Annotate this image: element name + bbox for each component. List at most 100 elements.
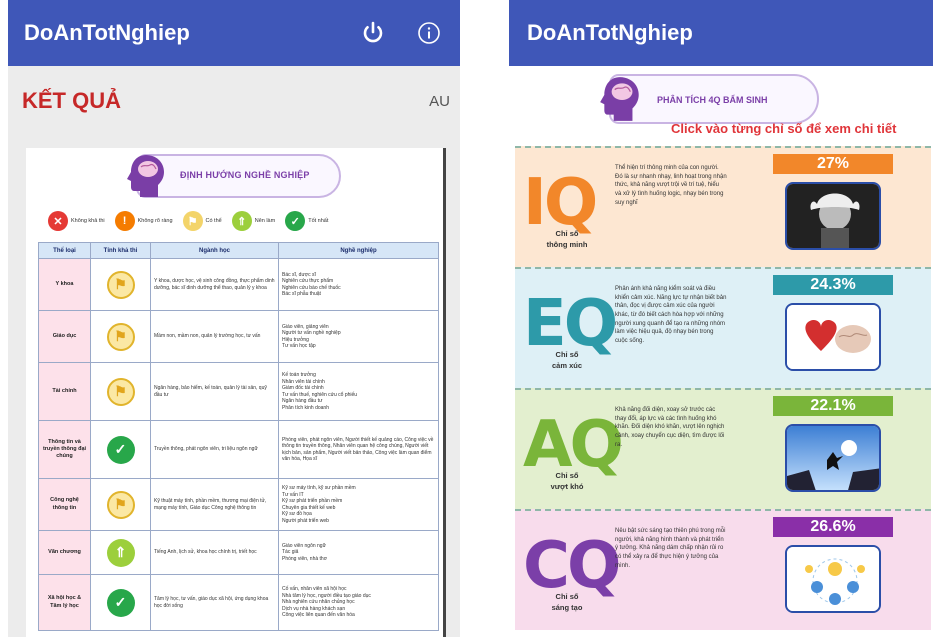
quotient-caption-line: thông minh	[546, 240, 588, 250]
flag-icon: ⚑	[106, 270, 135, 299]
table-row[interactable]: Xã hội học & Tâm lý học ✓ Tâm lý học, tư v…	[38, 574, 439, 631]
table-header: Ngành học	[150, 242, 279, 259]
career-table: Thể loại Tính khả thi Ngành học Nghề ngh…	[38, 242, 439, 631]
careers-cell: Kế toán trưởng Nhân viên tài chính Giám …	[278, 362, 439, 421]
table-row[interactable]: Công nghệ thông tin ⚑ Kỹ thuật máy tính, p…	[38, 478, 439, 531]
quotient-caption-line: sáng tạo	[551, 603, 583, 613]
quotient-caption-line: Chỉ số	[555, 471, 579, 480]
table-row[interactable]: Văn chương ⇑ Tiếng Anh, lịch sử, khoa học …	[38, 530, 439, 575]
careers-cell: Bác sĩ, dược sĩ Nghiên cứu thực phẩm Ngh…	[278, 258, 439, 311]
category-cell: Công nghệ thông tin	[38, 478, 91, 531]
table-row[interactable]: Thông tin và truyền thông đại chúng ✓ Truy…	[38, 420, 439, 479]
table-row[interactable]: Tài chính ⚑ Ngân hàng, bảo hiểm, kế toán, …	[38, 362, 439, 421]
careers-cell: Giáo viên, giảng viên Người tư vấn nghề …	[278, 310, 439, 363]
table-header: Tính khả thi	[90, 242, 151, 259]
legend-item: ⇑ Nên làm	[231, 211, 276, 231]
category-cell: Y khoa	[38, 258, 91, 311]
quotient-caption-line: Chỉ số	[555, 350, 579, 359]
legend-item: ⚑ Có thể	[182, 211, 222, 231]
legend-label: Có thể	[205, 218, 222, 224]
quotient-description: Phản ánh khả năng kiểm soát và điều khiể…	[615, 286, 727, 345]
quotient-caption: Chỉ số sáng tạo	[527, 591, 607, 614]
quotient-illustration	[785, 424, 881, 492]
analysis-screen: DoAnTotNghiep PHÂN TÍCH 4Q BẨM SINH Clic…	[509, 0, 933, 637]
feasibility-cell: ⚑	[90, 258, 151, 311]
majors-cell: Mầm non, mầm non, quản lý trường học, tư…	[150, 310, 279, 363]
quotient-description: Nêu bật sức sáng tạo thiên phú trong mỗi…	[615, 528, 726, 569]
quotient-section-cq[interactable]: CQ Chỉ số sáng tạo Nêu bật sức sáng tạo thi…	[515, 509, 931, 630]
feasibility-cell: ✓	[90, 420, 151, 479]
legend-label: Nên làm	[254, 218, 276, 224]
table-header: Nghề nghiệp	[278, 242, 439, 259]
legend-symbol-icon: ✓	[285, 211, 306, 231]
table-row[interactable]: Giáo dục ⚑ Mầm non, mầm non, quản lý trườn…	[38, 310, 439, 363]
career-banner-label: ĐỊNH HƯỚNG NGHỀ NGHIỆP	[180, 170, 310, 180]
quotient-caption: Chỉ số cảm xúc	[527, 349, 607, 372]
career-orientation-card: ĐỊNH HƯỚNG NGHỀ NGHIỆP ✕ Không khả thi! Kh…	[26, 148, 446, 637]
flag-icon: ⚑	[106, 490, 135, 519]
legend-symbol-icon: !	[114, 211, 135, 231]
results-screen: DoAnTotNghiep KẾT QUẢ AU ĐỊNH HƯỚNG NGHỀ…	[8, 0, 460, 637]
check-icon: ✓	[106, 588, 135, 617]
quotient-percent: 27%	[773, 154, 893, 174]
majors-cell: Kỹ thuật máy tính, phần mềm, thương mại …	[150, 478, 279, 531]
legend-item: ! Không rõ ràng	[114, 211, 173, 231]
feasibility-legend: ✕ Không khả thi! Không rõ ràng ⚑ Có thể ⇑ Nên …	[48, 210, 448, 232]
category-cell: Thông tin và truyền thông đại chúng	[38, 420, 91, 479]
category-cell: Giáo dục	[38, 310, 91, 363]
feasibility-cell: ✓	[90, 574, 151, 631]
careers-cell: Cố vấn, nhân viên xã hội học Nhà tâm lý …	[278, 574, 439, 631]
quotient-percent: 26.6%	[773, 517, 893, 537]
feasibility-cell: ⚑	[90, 310, 151, 363]
table-header: Thể loại	[38, 242, 91, 259]
legend-label: Không khả thi	[71, 218, 105, 224]
analysis-banner-label: PHÂN TÍCH 4Q BẨM SINH	[657, 95, 768, 105]
power-icon[interactable]	[358, 18, 388, 48]
app-bar: DoAnTotNghiep	[8, 0, 460, 66]
category-cell: Văn chương	[38, 530, 91, 575]
quotient-section-iq[interactable]: IQ Chỉ số thông minh Thể hiện trí thông min…	[515, 146, 931, 267]
quotient-description: Khả năng đối diện, xoay sở trước các tha…	[615, 407, 725, 448]
app-title: DoAnTotNghiep	[24, 20, 190, 45]
quotient-percent: 24.3%	[773, 275, 893, 295]
majors-cell: Truyền thông, phát ngôn viên, tri liệu n…	[150, 420, 279, 479]
quotient-illustration	[785, 545, 881, 613]
result-header: KẾT QUẢ AU	[8, 66, 460, 136]
check-icon: ✓	[106, 435, 135, 464]
category-cell: Tài chính	[38, 362, 91, 421]
app-title: DoAnTotNghiep	[527, 20, 693, 45]
careers-cell: Phóng viên, phát ngôn viên, Người thiết …	[278, 420, 439, 479]
feasibility-cell: ⚑	[90, 362, 151, 421]
quotient-caption-line: vượt khó	[550, 482, 584, 492]
careers-cell: Kỹ sư máy tính, kỹ sư phần mềm Tư vấn IT…	[278, 478, 439, 531]
quotient-section-eq[interactable]: EQ Chỉ số cảm xúc Phản ánh khả năng kiểm so…	[515, 267, 931, 388]
quotient-caption-line: Chỉ số	[555, 592, 579, 601]
result-title: KẾT QUẢ	[22, 88, 121, 113]
legend-symbol-icon: ✕	[48, 211, 68, 231]
legend-symbol-icon: ⚑	[182, 211, 203, 231]
app-bar: DoAnTotNghiep	[509, 0, 933, 66]
feasibility-cell: ⇑	[90, 530, 151, 575]
feasibility-cell: ⚑	[90, 478, 151, 531]
legend-label: Không rõ ràng	[137, 218, 173, 224]
legend-label: Tốt nhất	[308, 218, 329, 224]
analysis-banner: PHÂN TÍCH 4Q BẨM SINH	[600, 74, 819, 124]
table-row[interactable]: Y khoa ⚑ Y khoa, dược học, vệ sinh công đồ…	[38, 258, 439, 311]
category-cell: Xã hội học & Tâm lý học	[38, 574, 91, 631]
brain-head-icon	[600, 77, 639, 121]
quotient-illustration	[785, 303, 881, 371]
click-hint: Click vào từng chỉ số để xem chi tiết	[671, 121, 897, 136]
quotient-caption: Chỉ số thông minh	[527, 228, 607, 251]
flag-icon: ⚑	[106, 377, 135, 406]
legend-symbol-icon: ⇑	[231, 211, 252, 231]
flag-icon: ⚑	[106, 322, 135, 351]
quotient-percent: 22.1%	[773, 396, 893, 416]
info-icon[interactable]	[414, 18, 444, 48]
quotient-illustration	[785, 182, 881, 250]
quotient-section-aq[interactable]: AQ Chỉ số vượt khó Khả năng đối diện, xoay …	[515, 388, 931, 509]
legend-item: ✓ Tốt nhất	[285, 211, 328, 231]
legend-item: ✕ Không khả thi	[48, 211, 105, 231]
quotient-caption-line: Chỉ số	[555, 229, 579, 238]
quotient-caption: Chỉ số vượt khó	[527, 470, 607, 493]
brain-head-icon	[127, 155, 164, 197]
